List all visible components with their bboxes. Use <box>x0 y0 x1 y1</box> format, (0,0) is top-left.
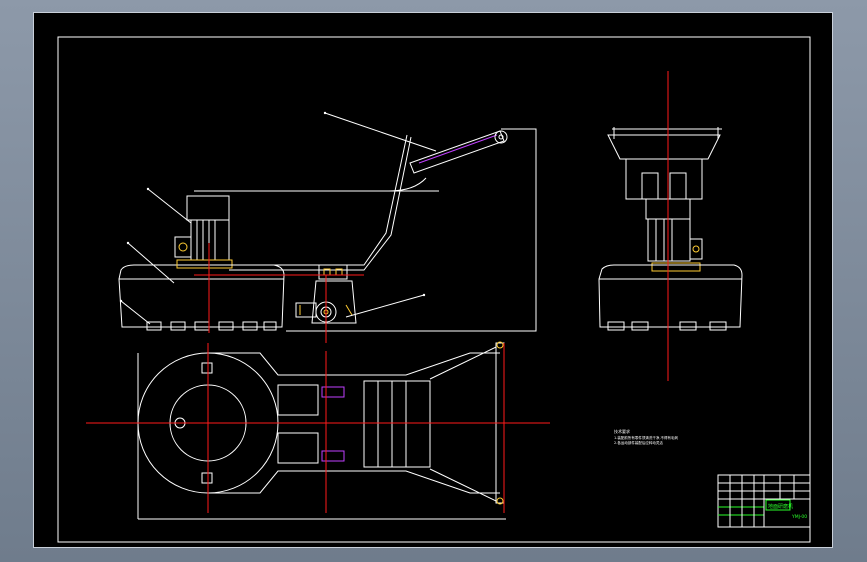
cad-viewport[interactable]: 技术要求 1.装配前所有零件须清洗干净,不得有毛刺 2.各运动部件装配后应转动灵… <box>33 12 833 548</box>
leader-lines <box>119 111 437 325</box>
notes-heading: 技术要求 <box>614 428 630 434</box>
cad-drawing: 技术要求 1.装配前所有零件须清洗干净,不得有毛刺 2.各运动部件装配后应转动灵… <box>57 36 811 543</box>
top-mount-lower <box>321 450 345 462</box>
drawing-code: YMJ-00 <box>791 514 807 520</box>
notes-line-2: 2.各运动部件装配后应转动灵活 <box>614 440 663 445</box>
side-motor <box>647 218 691 262</box>
side-grinding-pads <box>607 321 727 331</box>
top-handle-rungs <box>363 380 431 468</box>
front-view-outline <box>286 128 537 332</box>
technical-notes: 技术要求 1.装配前所有零件须清洗干净,不得有毛刺 2.各运动部件装配后应转动灵… <box>614 428 678 445</box>
drawing-title: 地面研磨机 <box>768 503 793 510</box>
drawing-frame <box>57 36 811 543</box>
handle-frame-lower <box>229 134 408 266</box>
handle-grip <box>409 130 508 174</box>
front-view <box>118 111 537 343</box>
top-view <box>86 341 550 520</box>
side-base-housing <box>598 264 743 328</box>
side-view <box>598 71 743 381</box>
title-block: 地面研磨机 YMJ-00 <box>717 474 811 528</box>
motor <box>174 195 233 269</box>
notes-line-1: 1.装配前所有零件须清洗干净,不得有毛刺 <box>614 435 678 440</box>
top-frame-upper <box>208 352 500 376</box>
grinding-pads <box>146 321 277 331</box>
base-housing <box>118 264 285 328</box>
top-handle-arms <box>429 346 497 502</box>
side-frame <box>625 158 703 200</box>
top-mount-upper <box>321 386 345 398</box>
handle-frame-upper <box>229 136 412 271</box>
handle-bend <box>388 177 427 192</box>
side-handle-top <box>607 134 721 160</box>
